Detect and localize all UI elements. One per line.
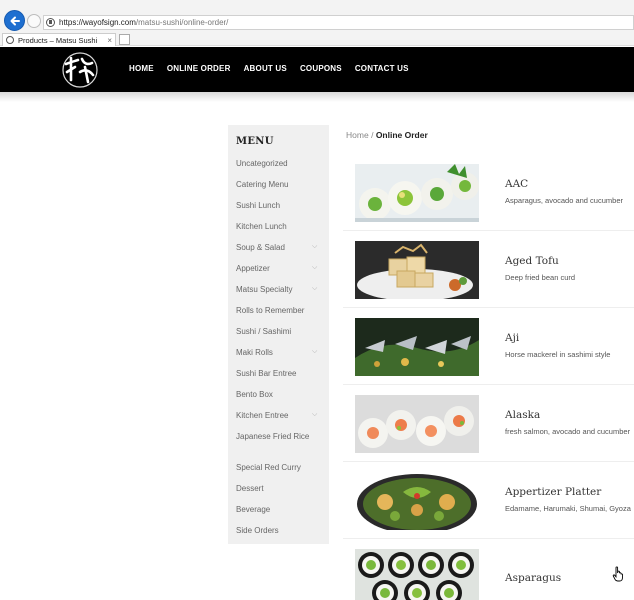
product-name[interactable]: Alaska — [505, 409, 540, 421]
product-card[interactable]: Alaska fresh salmon, avocado and cucumber — [343, 389, 634, 459]
breadcrumb-separator: / — [371, 130, 374, 140]
browser-tab[interactable]: Products – Matsu Sushi × — [2, 33, 116, 46]
product-card[interactable]: Appertizer Platter Edamame, Harumaki, Shu… — [343, 466, 634, 536]
sidebar-item[interactable]: Sushi Bar Entree — [236, 368, 316, 379]
chevron-down-icon[interactable]: ⌵ — [312, 285, 317, 293]
product-name[interactable]: Appertizer Platter — [505, 486, 601, 498]
browser-toolbar: https://wayofsign.com/matsu-sushi/online… — [0, 0, 634, 33]
sidebar-item[interactable]: Appetizer — [236, 263, 316, 274]
sidebar-item[interactable]: Japanese Fried Rice — [236, 431, 316, 442]
chevron-down-icon[interactable]: ⌵ — [312, 411, 317, 419]
forward-button[interactable] — [27, 14, 41, 28]
sidebar-item[interactable]: Catering Menu — [236, 179, 316, 190]
page-favicon-icon — [6, 36, 14, 44]
nav-online-order[interactable]: ONLINE ORDER — [167, 64, 231, 73]
product-name[interactable]: Aged Tofu — [505, 255, 559, 267]
sidebar-item[interactable]: Sushi Lunch — [236, 200, 316, 211]
sidebar-item[interactable]: Uncategorized — [236, 158, 316, 169]
back-arrow-icon — [10, 16, 20, 25]
back-button[interactable] — [4, 10, 25, 31]
product-name[interactable]: Asparagus — [505, 572, 561, 584]
product-card[interactable]: AAC Asparagus, avocado and cucumber — [343, 158, 634, 228]
nav-home[interactable]: HOME — [129, 64, 154, 73]
product-divider — [343, 384, 634, 385]
product-card[interactable]: Aji Horse mackerel in sashimi style — [343, 312, 634, 382]
product-image[interactable] — [355, 395, 479, 453]
product-divider — [343, 461, 634, 462]
site-info-icon[interactable] — [46, 18, 55, 27]
menu-sidebar: MENU Uncategorized Catering Menu Sushi Lun… — [228, 125, 329, 544]
url-text: https://wayofsign.com/matsu-sushi/online… — [59, 18, 229, 27]
sidebar-item[interactable]: Beverage — [236, 504, 316, 515]
product-description: Edamame, Harumaki, Shumai, Gyoza — [505, 504, 631, 513]
sidebar-item[interactable]: Sushi / Sashimi — [236, 326, 316, 337]
product-image[interactable] — [355, 549, 479, 600]
chevron-down-icon[interactable]: ⌵ — [312, 348, 317, 356]
product-description: Horse mackerel in sashimi style — [505, 350, 611, 359]
product-divider — [343, 230, 634, 231]
tab-title: Products – Matsu Sushi — [18, 35, 98, 45]
product-description: fresh salmon, avocado and cucumber — [505, 427, 631, 436]
sidebar-item[interactable]: Kitchen Lunch — [236, 221, 316, 232]
sidebar-item[interactable]: Side Orders — [236, 525, 316, 536]
close-tab-icon[interactable]: × — [107, 36, 112, 45]
sidebar-item[interactable]: Rolls to Remember — [236, 305, 316, 316]
sidebar-item[interactable]: Bento Box — [236, 389, 316, 400]
header-divider — [0, 92, 634, 102]
sidebar-item[interactable]: Dessert — [236, 483, 316, 494]
product-name[interactable]: AAC — [505, 178, 528, 190]
sidebar-item[interactable]: Special Red Curry — [236, 462, 316, 473]
chevron-down-icon[interactable]: ⌵ — [312, 243, 317, 251]
sidebar-title: MENU — [236, 136, 274, 147]
main-nav: HOME ONLINE ORDER ABOUT US COUPONS CONTA… — [129, 64, 409, 73]
nav-coupons[interactable]: COUPONS — [300, 64, 342, 73]
product-name[interactable]: Aji — [505, 332, 519, 344]
sidebar-item[interactable]: Maki Rolls — [236, 347, 316, 358]
product-image[interactable] — [355, 164, 479, 222]
site-header: HOME ONLINE ORDER ABOUT US COUPONS CONTA… — [0, 47, 634, 92]
product-image[interactable] — [355, 241, 479, 299]
hand-cursor-icon — [612, 566, 624, 582]
address-bar[interactable]: https://wayofsign.com/matsu-sushi/online… — [43, 15, 634, 30]
sidebar-item[interactable]: Kitchen Entree — [236, 410, 316, 421]
product-description: Deep fried bean curd — [505, 273, 576, 282]
sidebar-item[interactable]: Matsu Specialty — [236, 284, 316, 295]
breadcrumb: Home / Online Order — [346, 130, 428, 140]
product-image[interactable] — [355, 472, 479, 530]
breadcrumb-current: Online Order — [375, 130, 428, 140]
product-image[interactable] — [355, 318, 479, 376]
site-logo[interactable] — [58, 50, 103, 90]
tab-strip: Products – Matsu Sushi × — [0, 33, 634, 46]
product-card[interactable]: Aged Tofu Deep fried bean curd — [343, 235, 634, 305]
breadcrumb-home[interactable]: Home — [346, 130, 369, 140]
product-description: Asparagus, avocado and cucumber — [505, 196, 623, 205]
product-card[interactable]: Asparagus — [343, 543, 634, 600]
chevron-down-icon[interactable]: ⌵ — [312, 264, 317, 272]
nav-contact-us[interactable]: CONTACT US — [355, 64, 409, 73]
new-tab-button[interactable] — [119, 34, 130, 45]
product-divider — [343, 538, 634, 539]
product-divider — [343, 307, 634, 308]
sidebar-item[interactable]: Soup & Salad — [236, 242, 316, 253]
nav-about-us[interactable]: ABOUT US — [244, 64, 287, 73]
